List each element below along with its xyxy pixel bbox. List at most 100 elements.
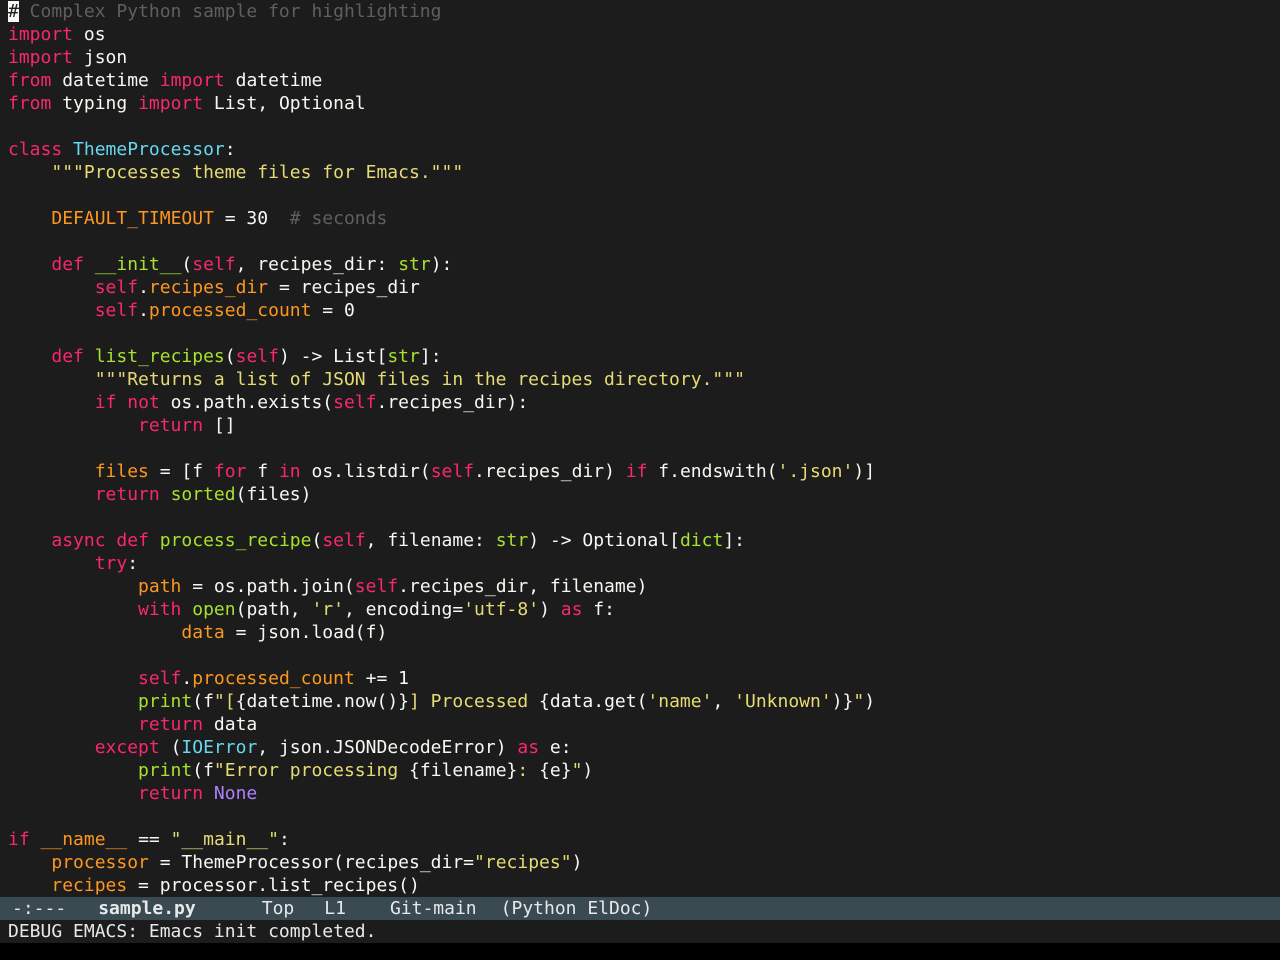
- code-line[interactable]: print(f"[{datetime.now()}] Processed {da…: [8, 690, 875, 713]
- code-line[interactable]: async def process_recipe(self, filename:…: [8, 529, 875, 552]
- code-line[interactable]: [8, 644, 875, 667]
- code-token: def: [51, 346, 84, 367]
- vc-branch[interactable]: Git-main: [390, 897, 477, 920]
- code-token: as: [517, 737, 540, 758]
- code-line[interactable]: if not os.path.exists(self.recipes_dir):: [8, 391, 875, 414]
- code-line[interactable]: print(f"Error processing {filename}: {e}…: [8, 759, 875, 782]
- code-line[interactable]: data = json.load(f): [8, 621, 875, 644]
- code-line[interactable]: try:: [8, 552, 875, 575]
- code-line[interactable]: [8, 184, 875, 207]
- code-token: .: [138, 300, 149, 321]
- code-token: .recipes_dir):: [376, 392, 529, 413]
- code-line[interactable]: def __init__(self, recipes_dir: str):: [8, 253, 875, 276]
- code-token: = os.path.join(: [181, 576, 355, 597]
- code-token: (: [311, 530, 323, 551]
- code-line[interactable]: [8, 437, 875, 460]
- code-line[interactable]: files = [f for f in os.listdir(self.reci…: [8, 460, 875, 483]
- code-token: , filename:: [365, 530, 496, 551]
- text-cursor: #: [8, 1, 19, 22]
- code-token: self: [138, 668, 182, 689]
- buffer-name[interactable]: sample.py: [98, 897, 196, 920]
- scroll-position: Top: [261, 898, 295, 919]
- code-line[interactable]: class ThemeProcessor:: [8, 138, 875, 161]
- code-line[interactable]: self.processed_count = 0: [8, 299, 875, 322]
- code-token: {e}: [539, 760, 572, 781]
- code-line[interactable]: return sorted(files): [8, 483, 875, 506]
- code-token: dict: [679, 530, 724, 551]
- code-area[interactable]: # Complex Python sample for highlighting…: [8, 0, 875, 897]
- code-token: :: [127, 553, 139, 574]
- code-token: print: [138, 691, 193, 712]
- code-line[interactable]: if __name__ == "__main__":: [8, 828, 875, 851]
- code-token: processed_count: [192, 668, 355, 689]
- code-token: data: [181, 622, 225, 643]
- code-token: (: [159, 737, 182, 758]
- code-line[interactable]: [8, 230, 875, 253]
- code-line[interactable]: [8, 322, 875, 345]
- code-line[interactable]: processor = ThemeProcessor(recipes_dir="…: [8, 851, 875, 874]
- code-token: (: [224, 346, 236, 367]
- code-token: (f: [192, 760, 214, 781]
- code-token: (path,: [235, 599, 312, 620]
- code-line[interactable]: [8, 805, 875, 828]
- code-token: f:: [582, 599, 615, 620]
- code-token: from: [8, 93, 52, 114]
- code-line[interactable]: self.recipes_dir = recipes_dir: [8, 276, 875, 299]
- code-line[interactable]: """Returns a list of JSON files in the r…: [8, 368, 875, 391]
- code-line[interactable]: self.processed_count += 1: [8, 667, 875, 690]
- code-line[interactable]: with open(path, 'r', encoding='utf-8') a…: [8, 598, 875, 621]
- code-token: path: [138, 576, 182, 597]
- code-token: (f: [192, 691, 214, 712]
- code-token: self: [333, 392, 377, 413]
- code-token: as: [560, 599, 583, 620]
- code-line[interactable]: from typing import List, Optional: [8, 92, 875, 115]
- code-line[interactable]: import json: [8, 46, 875, 69]
- code-token: typing: [51, 93, 139, 114]
- code-token: List, Optional: [203, 93, 366, 114]
- code-line[interactable]: """Processes theme files for Emacs.""": [8, 161, 875, 184]
- code-token: """Processes theme files for Emacs.""": [51, 162, 464, 183]
- code-line[interactable]: path = os.path.join(self.recipes_dir, fi…: [8, 575, 875, 598]
- code-token: :: [278, 829, 290, 850]
- code-token: ]:: [419, 346, 442, 367]
- code-token: __init__: [94, 254, 182, 275]
- code-token: from: [8, 70, 52, 91]
- code-line[interactable]: except (IOError, json.JSONDecodeError) a…: [8, 736, 875, 759]
- code-line[interactable]: return []: [8, 414, 875, 437]
- code-token: ": [853, 691, 865, 712]
- code-line[interactable]: [8, 115, 875, 138]
- code-line[interactable]: return data: [8, 713, 875, 736]
- code-token: "recipes": [474, 852, 572, 873]
- code-token: os.path.exists(: [159, 392, 334, 413]
- code-token: str: [398, 254, 431, 275]
- code-line[interactable]: recipes = processor.list_recipes(): [8, 874, 875, 897]
- code-line[interactable]: return None: [8, 782, 875, 805]
- code-line[interactable]: DEFAULT_TIMEOUT = 30 # seconds: [8, 207, 875, 230]
- code-line[interactable]: def list_recipes(self) -> List[str]:: [8, 345, 875, 368]
- code-token: __name__: [40, 829, 128, 850]
- editor-buffer[interactable]: # Complex Python sample for highlighting…: [0, 0, 1280, 897]
- code-token: f.endswith(: [647, 461, 778, 482]
- code-line[interactable]: # Complex Python sample for highlighting: [8, 0, 875, 23]
- major-minor-modes[interactable]: (Python ElDoc): [501, 897, 653, 920]
- code-token: data: [203, 714, 258, 735]
- code-line[interactable]: [8, 506, 875, 529]
- code-line[interactable]: from datetime import datetime: [8, 69, 875, 92]
- code-token: Complex Python sample for highlighting: [18, 1, 442, 22]
- code-line[interactable]: import os: [8, 23, 875, 46]
- code-token: return: [138, 783, 204, 804]
- code-token: e:: [539, 737, 572, 758]
- code-token: recipes: [51, 875, 128, 896]
